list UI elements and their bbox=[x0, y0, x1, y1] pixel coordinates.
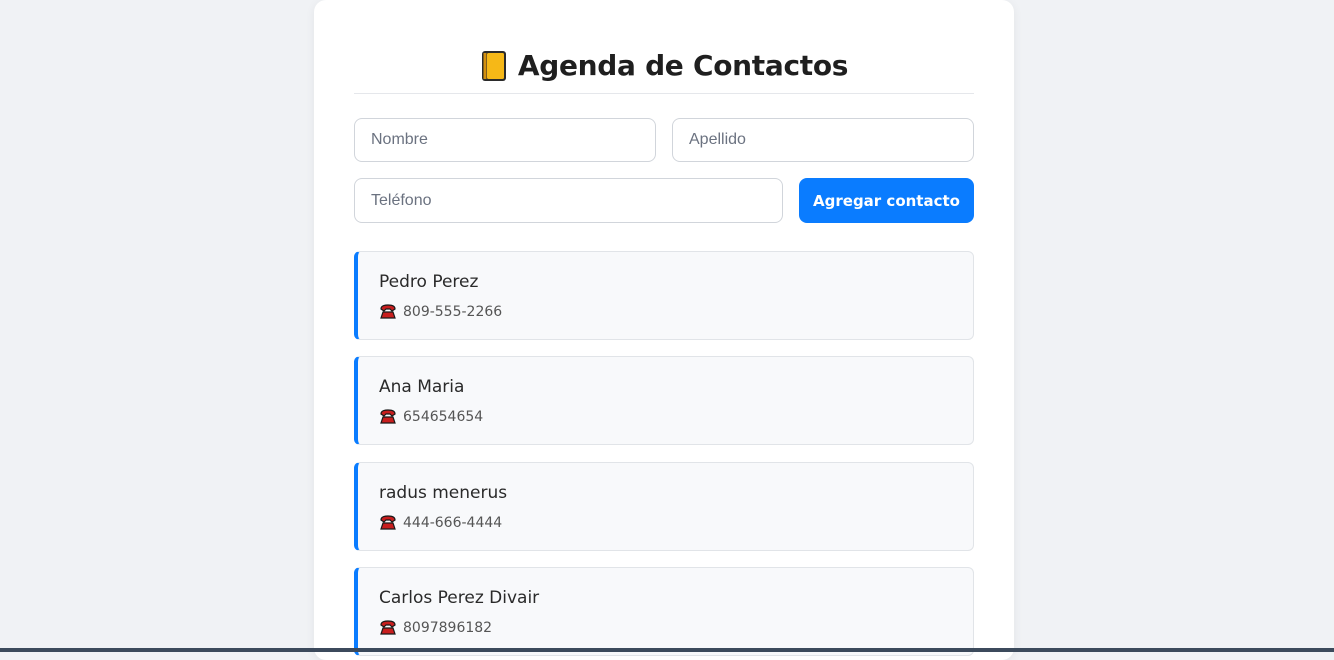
phone-icon bbox=[379, 304, 397, 320]
contact-phone-row: 654654654 bbox=[379, 409, 483, 425]
contact-phone-row: 8097896182 bbox=[379, 620, 492, 636]
nombre-input[interactable]: Nombre bbox=[354, 118, 656, 162]
contact-phone: 654654654 bbox=[403, 409, 484, 425]
contact-item[interactable]: radus menerus 444-666-4444 bbox=[354, 462, 974, 551]
phone-icon bbox=[379, 409, 397, 425]
contact-item[interactable]: Carlos Perez Divair 8097896182 bbox=[354, 567, 974, 656]
page-header: Agenda de Contactos bbox=[354, 46, 974, 94]
contact-phone-row: 809-555-2266 bbox=[379, 304, 502, 320]
contact-phone-row: 444-666-4444 bbox=[379, 515, 502, 531]
phone-icon bbox=[379, 515, 397, 531]
contact-name: radus menerus bbox=[379, 483, 508, 503]
contact-phone: 8097896182 bbox=[403, 620, 493, 636]
contacts-card: Agenda de Contactos Nombre Apellido Telé… bbox=[314, 0, 1014, 660]
contact-name: Ana Maria bbox=[379, 377, 465, 397]
title-wrap: Agenda de Contactos bbox=[480, 46, 848, 86]
contact-item[interactable]: Pedro Perez 809-555-2266 bbox=[354, 251, 974, 340]
notebook-icon bbox=[480, 50, 508, 82]
contact-phone: 809-555-2266 bbox=[403, 304, 503, 320]
page-title: Agenda de Contactos bbox=[517, 49, 849, 82]
contact-name: Carlos Perez Divair bbox=[379, 588, 540, 608]
apellido-input[interactable]: Apellido bbox=[672, 118, 974, 162]
add-contact-button[interactable]: Agregar contacto bbox=[799, 178, 974, 223]
bottom-edge-bar bbox=[0, 648, 1334, 652]
contact-phone: 444-666-4444 bbox=[403, 515, 503, 531]
phone-icon bbox=[379, 620, 397, 636]
telefono-input[interactable]: Teléfono bbox=[354, 178, 783, 223]
contact-name: Pedro Perez bbox=[379, 272, 479, 292]
contact-item[interactable]: Ana Maria 654654654 bbox=[354, 356, 974, 445]
